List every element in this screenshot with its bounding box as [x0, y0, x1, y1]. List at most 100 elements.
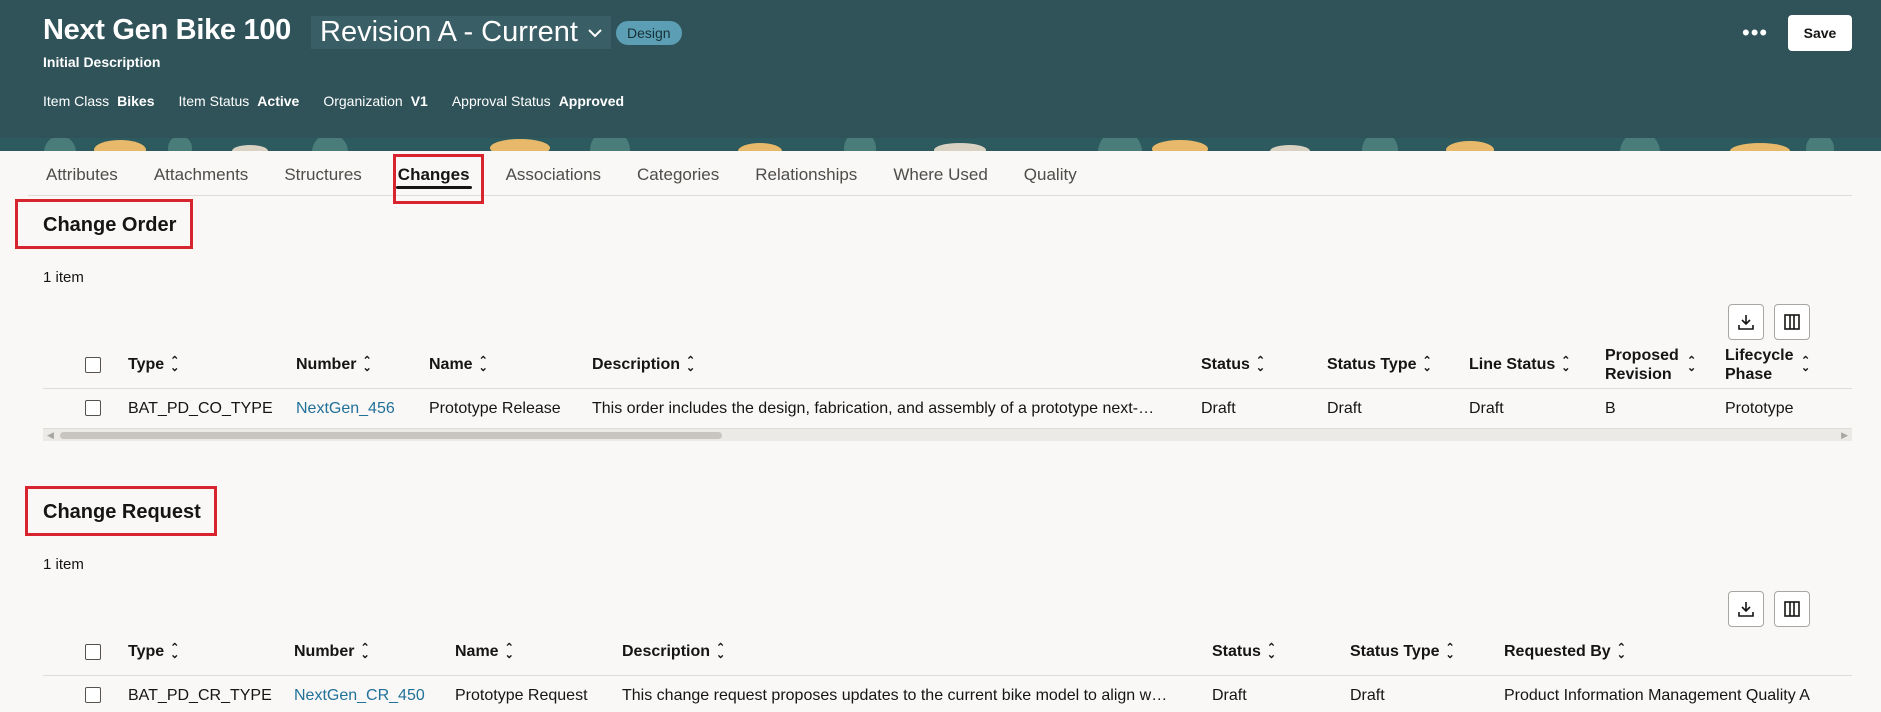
cell-type: BAT_PD_CR_TYPE — [128, 675, 294, 712]
meta-label: Approval Status — [451, 93, 551, 109]
save-button[interactable]: Save — [1788, 15, 1852, 51]
tab-where-used[interactable]: Where Used — [875, 151, 1005, 195]
column-label: Name — [455, 643, 499, 661]
tab-categories[interactable]: Categories — [619, 151, 737, 195]
meta-label: Item Status — [178, 93, 250, 109]
meta-label: Organization — [323, 93, 403, 109]
sort-icon: ⌃ ⌄ — [1801, 355, 1811, 375]
meta-item-status: Item Status Active — [178, 93, 299, 109]
column-label: Description — [622, 643, 711, 661]
column-header-status-type[interactable]: Status Type ⌃ ⌄ — [1327, 343, 1469, 389]
select-all-cell — [43, 343, 128, 389]
sort-icon: ⌃ ⌄ — [478, 355, 488, 375]
sort-icon: ⌃ ⌄ — [1266, 642, 1277, 662]
row-checkbox[interactable] — [85, 687, 101, 704]
scroll-left-icon[interactable]: ◀ — [47, 429, 54, 442]
more-options-icon[interactable]: ••• — [1742, 22, 1768, 44]
cell-lifecycle-phase: Prototype — [1725, 388, 1852, 430]
select-all-checkbox[interactable] — [85, 357, 101, 374]
column-header-requested-by[interactable]: Requested By ⌃ ⌄ — [1504, 630, 1852, 676]
item-header: Next Gen Bike 100 Revision A - Current D… — [0, 0, 1881, 151]
header-decorative-pattern — [0, 138, 1881, 151]
column-header-lifecycle-phase[interactable]: Lifecycle Phase ⌃ ⌄ — [1725, 343, 1852, 389]
column-label: Number — [296, 356, 357, 374]
column-label: Status Type — [1350, 643, 1440, 661]
select-all-cell — [43, 630, 128, 676]
cell-number: NextGen_CR_450 — [294, 675, 455, 712]
column-label: Description — [592, 356, 681, 374]
tab-structures[interactable]: Structures — [266, 151, 379, 195]
select-all-checkbox[interactable] — [85, 644, 101, 661]
sort-icon: ⌃ ⌄ — [1422, 355, 1432, 375]
lifecycle-badge: Design — [616, 21, 682, 45]
column-header-number[interactable]: Number ⌃ ⌄ — [294, 630, 455, 676]
revision-label: Revision A - Current — [320, 16, 578, 48]
column-header-number[interactable]: Number ⌃ ⌄ — [296, 343, 429, 389]
scroll-right-icon[interactable]: ▶ — [1841, 429, 1848, 442]
tab-attachments[interactable]: Attachments — [136, 151, 267, 195]
meta-item-class: Item Class Bikes — [43, 93, 154, 109]
row-select-cell — [43, 675, 128, 712]
change-number-link[interactable]: NextGen_456 — [296, 400, 395, 417]
cell-name: Prototype Release — [429, 388, 592, 430]
tab-quality[interactable]: Quality — [1006, 151, 1095, 195]
change-order-export-button[interactable] — [1728, 304, 1764, 340]
scrollbar-thumb[interactable] — [60, 432, 722, 439]
tab-relationships[interactable]: Relationships — [737, 151, 875, 195]
cell-status-type: Draft — [1327, 388, 1469, 430]
sort-icon: ⌃ ⌄ — [360, 642, 370, 662]
highlight-box-changes-tab — [393, 154, 484, 204]
item-title: Next Gen Bike 100 — [43, 14, 291, 46]
table-row[interactable]: BAT_PD_CR_TYPE NextGen_CR_450 Prototype … — [43, 675, 1852, 712]
column-header-status-type[interactable]: Status Type ⌃ ⌄ — [1350, 630, 1504, 676]
change-request-export-button[interactable] — [1728, 591, 1764, 627]
column-label: Status — [1212, 643, 1261, 661]
item-meta: Item Class Bikes Item Status Active Orga… — [43, 93, 648, 109]
column-header-type[interactable]: Type ⌃ ⌄ — [128, 343, 296, 389]
tab-associations[interactable]: Associations — [488, 151, 619, 195]
row-checkbox[interactable] — [85, 400, 101, 417]
columns-icon — [1784, 601, 1800, 617]
revision-selector[interactable]: Revision A - Current — [311, 16, 611, 49]
column-header-name[interactable]: Name ⌃ ⌄ — [455, 630, 622, 676]
column-label: Requested By — [1504, 643, 1611, 661]
cell-name: Prototype Request — [455, 675, 622, 712]
column-label: Status Type — [1327, 356, 1417, 374]
column-header-proposed-revision[interactable]: Proposed Revision ⌃ ⌄ — [1605, 343, 1725, 389]
meta-organization: Organization V1 — [323, 93, 428, 109]
row-select-cell — [43, 388, 128, 430]
tab-attributes[interactable]: Attributes — [28, 151, 136, 195]
change-request-table: Type ⌃ ⌄ Number ⌃ ⌄ Name ⌃ ⌄ Description ⌃ ⌄ Sta… — [43, 630, 1852, 712]
column-header-name[interactable]: Name ⌃ ⌄ — [429, 343, 592, 389]
column-label: Line Status — [1469, 356, 1556, 374]
column-header-description[interactable]: Description ⌃ ⌄ — [592, 343, 1201, 389]
sort-icon: ⌃ ⌄ — [1616, 642, 1626, 662]
sort-icon: ⌃ ⌄ — [362, 355, 372, 375]
cell-description: This change request proposes updates to … — [622, 675, 1212, 712]
sort-icon: ⌃ ⌄ — [1445, 642, 1455, 662]
column-label: Type — [128, 356, 165, 374]
change-number-link[interactable]: NextGen_CR_450 — [294, 687, 425, 704]
change-order-count: 1 item — [43, 269, 84, 286]
table-row[interactable]: BAT_PD_CO_TYPE NextGen_456 Prototype Rel… — [43, 388, 1852, 430]
item-description: Initial Description — [43, 54, 161, 70]
cell-number: NextGen_456 — [296, 388, 429, 430]
table-header-row: Type ⌃ ⌄ Number ⌃ ⌄ Name ⌃ ⌄ Description ⌃ ⌄ Sta… — [43, 343, 1852, 389]
column-header-status[interactable]: Status ⌃ ⌄ — [1212, 630, 1350, 676]
meta-value: Bikes — [117, 93, 155, 109]
column-header-status[interactable]: Status ⌃ ⌄ — [1201, 343, 1327, 389]
sort-icon: ⌃ ⌄ — [170, 355, 180, 375]
column-header-line-status[interactable]: Line Status ⌃ ⌄ — [1469, 343, 1605, 389]
meta-approval-status: Approval Status Approved — [452, 93, 624, 109]
cell-status: Draft — [1201, 388, 1327, 430]
column-label: Proposed Revision — [1605, 347, 1679, 384]
column-header-type[interactable]: Type ⌃ ⌄ — [128, 630, 294, 676]
column-label: Lifecycle Phase — [1725, 347, 1794, 384]
cell-requested-by: Product Information Management Quality A — [1504, 675, 1852, 712]
meta-label: Item Class — [43, 93, 110, 109]
change-order-columns-button[interactable] — [1774, 304, 1810, 340]
change-order-horizontal-scrollbar[interactable]: ◀ ▶ — [43, 428, 1852, 441]
change-request-columns-button[interactable] — [1774, 591, 1810, 627]
column-header-description[interactable]: Description ⌃ ⌄ — [622, 630, 1212, 676]
cell-status-type: Draft — [1350, 675, 1504, 712]
